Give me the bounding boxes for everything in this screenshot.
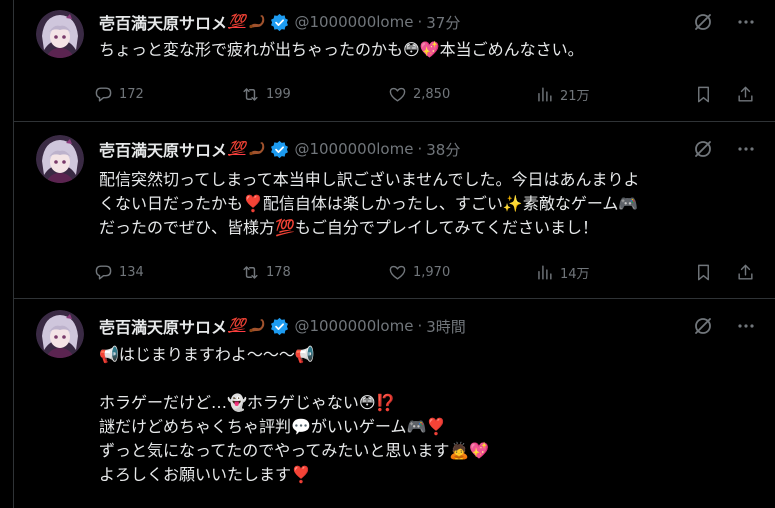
- like-button[interactable]: 1,970: [388, 260, 450, 284]
- bookmark-button[interactable]: [694, 82, 713, 106]
- tweet-line: くない日だったかも❣️配信自体は楽しかったし、すごい✨素敵なゲーム🎮: [99, 194, 639, 213]
- tweet[interactable]: 壱百満天原サロメ 💯 @1000000lome · 38分 配信突然切ってしまっ…: [13, 122, 775, 299]
- tweet-line: 配信突然切ってしまって本当申し訳ございませんでした。今日はあんまりよ: [99, 170, 640, 189]
- verified-badge-icon: [270, 317, 289, 336]
- reply-icon: [95, 264, 112, 280]
- heart-icon: [389, 265, 406, 280]
- share-button[interactable]: [736, 260, 755, 284]
- timestamp[interactable]: 3時間: [426, 316, 466, 337]
- tweet-actions: 172 199 2,850 21万: [94, 82, 755, 106]
- share-icon: [738, 86, 753, 102]
- tweet-header: 壱百満天原サロメ 💯 @1000000lome · 37分: [99, 11, 675, 33]
- scorpion-icon: [247, 14, 267, 30]
- tweet-header: 壱百満天原サロメ 💯 @1000000lome · 3時間: [99, 315, 675, 337]
- tweet-actions: 134 178 1,970 14万: [94, 260, 755, 284]
- grok-icon[interactable]: [693, 316, 713, 336]
- display-name[interactable]: 壱百満天原サロメ: [99, 137, 227, 161]
- separator: ·: [417, 13, 423, 31]
- retweet-icon: [243, 87, 258, 101]
- bookmark-icon: [698, 86, 709, 102]
- tweet[interactable]: 壱百満天原サロメ 💯 @1000000lome · 3時間 📢はじまりますわよ～…: [13, 299, 775, 508]
- more-options-icon[interactable]: [736, 12, 756, 32]
- timestamp[interactable]: 37分: [426, 12, 460, 33]
- reply-icon: [95, 86, 112, 102]
- retweet-button[interactable]: 178: [241, 260, 291, 284]
- reply-count: 172: [119, 86, 144, 102]
- hundred-points-emoji: 💯: [228, 14, 246, 30]
- reply-button[interactable]: 172: [94, 82, 144, 106]
- scorpion-icon: [247, 318, 267, 334]
- tweet-line: ちょっと変な形で疲れが出ちゃったのかも😳💖本当ごめんなさい。: [99, 40, 584, 59]
- views-button[interactable]: 21万: [535, 82, 590, 106]
- tweet[interactable]: 壱百満天原サロメ 💯 @1000000lome · 37分 ちょっと変な形で疲れ…: [13, 0, 775, 122]
- timeline-feed: 壱百満天原サロメ 💯 @1000000lome · 37分 ちょっと変な形で疲れ…: [0, 0, 775, 508]
- grok-icon[interactable]: [693, 139, 713, 159]
- tweet-line: ホラゲーだけど…👻ホラゲじゃない😳⁉️: [99, 393, 396, 412]
- handle[interactable]: @1000000lome: [294, 140, 413, 158]
- avatar[interactable]: [36, 135, 84, 183]
- like-button[interactable]: 2,850: [388, 82, 450, 106]
- tweet-line: 📢はじまりますわよ～～～📢: [99, 345, 315, 364]
- retweet-button[interactable]: 199: [241, 82, 291, 106]
- like-count: 2,850: [413, 86, 451, 102]
- separator: ·: [417, 140, 423, 158]
- retweet-count: 178: [266, 264, 291, 280]
- heart-icon: [389, 87, 406, 102]
- reply-count: 134: [119, 264, 144, 280]
- tweet-header: 壱百満天原サロメ 💯 @1000000lome · 38分: [99, 138, 675, 160]
- display-name[interactable]: 壱百満天原サロメ: [99, 314, 227, 338]
- retweet-count: 199: [266, 86, 291, 102]
- like-count: 1,970: [413, 264, 451, 280]
- analytics-icon: [538, 264, 552, 280]
- hundred-points-emoji: 💯: [228, 318, 246, 334]
- analytics-icon: [538, 86, 552, 102]
- share-icon: [738, 264, 753, 280]
- avatar[interactable]: [36, 10, 84, 58]
- tweet-line: ずっと気になってたのでやってみたいと思います🙇💖: [99, 441, 490, 460]
- separator: ·: [417, 317, 423, 335]
- verified-badge-icon: [270, 140, 289, 159]
- reply-button[interactable]: 134: [94, 260, 144, 284]
- handle[interactable]: @1000000lome: [294, 13, 413, 31]
- view-count: 21万: [560, 88, 590, 104]
- more-options-icon[interactable]: [736, 316, 756, 336]
- tweet-line: 謎だけどめちゃくちゃ評判💬がいいゲーム🎮❣️: [99, 417, 447, 436]
- avatar[interactable]: [36, 310, 84, 358]
- bookmark-icon: [698, 264, 709, 280]
- tweet-text: 配信突然切ってしまって本当申し訳ございませんでした。今日はあんまりよ くない日だ…: [99, 168, 763, 240]
- more-options-icon[interactable]: [736, 139, 756, 159]
- scorpion-icon: [247, 141, 267, 157]
- retweet-icon: [243, 265, 258, 279]
- view-count: 14万: [560, 266, 590, 282]
- tweet-line: だったのでぜひ、皆様方💯もご自分でプレイしてみてくださいまし！: [99, 218, 598, 237]
- tweet-line: よろしくお願いいたします❣️: [99, 465, 311, 484]
- hundred-points-emoji: 💯: [228, 141, 246, 157]
- handle[interactable]: @1000000lome: [294, 317, 413, 335]
- views-button[interactable]: 14万: [535, 260, 590, 284]
- bookmark-button[interactable]: [694, 260, 713, 284]
- tweet-text: 📢はじまりますわよ～～～📢 ホラゲーだけど…👻ホラゲじゃない😳⁉️ 謎だけどめち…: [99, 343, 763, 487]
- grok-icon[interactable]: [693, 12, 713, 32]
- timestamp[interactable]: 38分: [426, 139, 460, 160]
- verified-badge-icon: [270, 13, 289, 32]
- display-name[interactable]: 壱百満天原サロメ: [99, 10, 227, 34]
- tweet-text: ちょっと変な形で疲れが出ちゃったのかも😳💖本当ごめんなさい。: [99, 38, 763, 62]
- share-button[interactable]: [736, 82, 755, 106]
